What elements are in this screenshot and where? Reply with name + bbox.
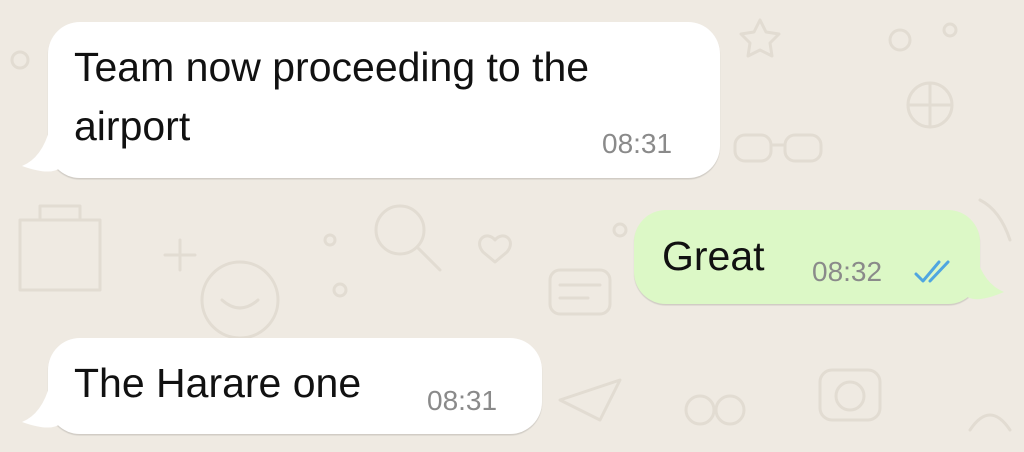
magnifier-doodle [374,204,426,256]
smiley-doodle [200,260,280,340]
message-text: The Harare one [74,360,362,406]
heart-doodle [478,234,512,264]
message-text: Team now proceeding to the airport [74,44,590,149]
camera-doodle [818,368,882,422]
sparkle-doodle [163,238,197,272]
message-timestamp: 08:31 [427,385,498,416]
chat-doodle [548,268,612,316]
plane-doodle [558,378,622,422]
message-timestamp: 08:32 [812,256,883,287]
ball-doodle [906,81,954,129]
message-timestamp: 08:31 [602,128,673,159]
star-doodle [739,18,781,58]
message-text: Great [662,233,765,279]
double-check-read-icon [914,260,950,283]
glasses-doodle [733,133,773,163]
bag-doodle [18,204,102,292]
